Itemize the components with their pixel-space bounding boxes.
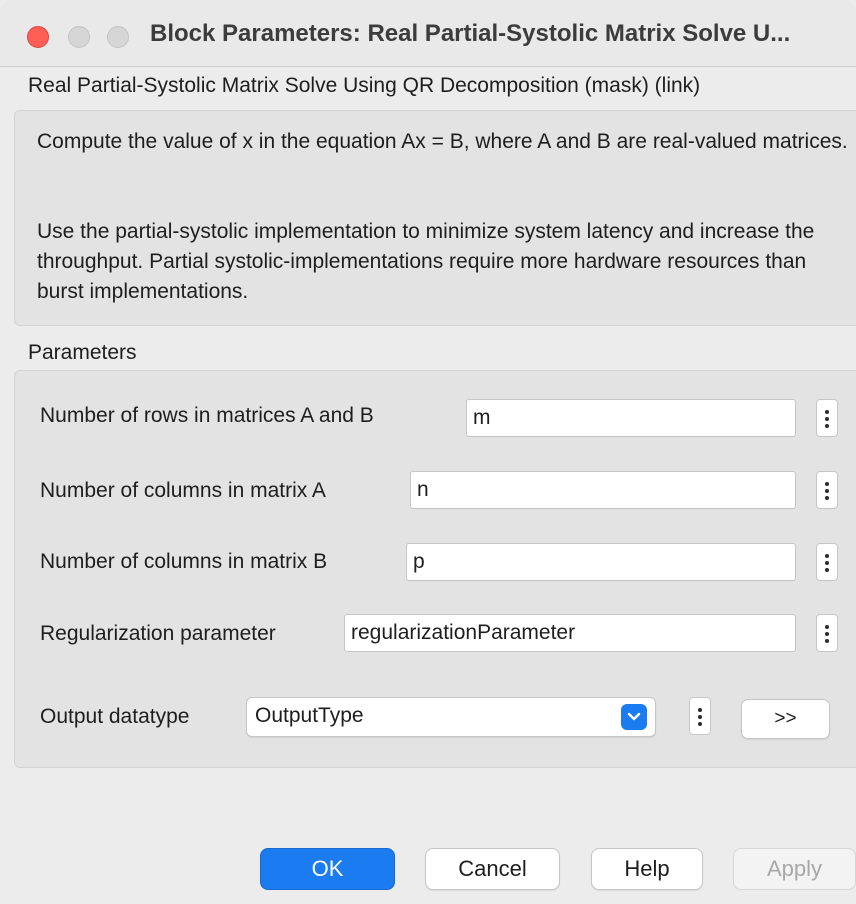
rows-options-icon[interactable] — [816, 399, 838, 437]
close-window-button[interactable] — [27, 26, 49, 48]
help-button[interactable]: Help — [591, 848, 703, 890]
ok-button[interactable]: OK — [260, 848, 395, 890]
cancel-button[interactable]: Cancel — [425, 848, 560, 890]
output-datatype-options-icon[interactable] — [689, 697, 711, 735]
chevron-down-icon[interactable] — [621, 704, 647, 730]
cols-b-label: Number of columns in matrix B — [40, 550, 328, 573]
block-parameters-dialog: Block Parameters: Real Partial-Systolic … — [0, 0, 856, 904]
description-text: Compute the value of x in the equation A… — [37, 130, 848, 153]
window-title: Block Parameters: Real Partial-Systolic … — [150, 20, 791, 47]
parameters-section-label: Parameters — [28, 341, 137, 364]
description-text: Use the partial-systolic implementation … — [37, 220, 815, 303]
output-datatype-value: OutputType — [255, 704, 364, 727]
cols-a-options-icon[interactable] — [816, 471, 838, 509]
rows-label: Number of rows in matrices A and B — [40, 404, 374, 427]
apply-button[interactable]: Apply — [733, 848, 856, 890]
regularization-options-icon[interactable] — [816, 614, 838, 652]
regularization-label: Regularization parameter — [40, 622, 276, 645]
zoom-window-button[interactable] — [107, 26, 129, 48]
output-datatype-select[interactable]: OutputType — [246, 697, 656, 737]
description-panel: Compute the value of x in the equation A… — [14, 110, 856, 326]
cols-b-options-icon[interactable] — [816, 543, 838, 581]
data-type-assistant-button[interactable]: >> — [741, 699, 830, 739]
regularization-field[interactable] — [344, 614, 796, 652]
minimize-window-button[interactable] — [68, 26, 90, 48]
cols-a-label: Number of columns in matrix A — [40, 479, 326, 502]
rows-field[interactable] — [466, 399, 796, 437]
title-bar[interactable]: Block Parameters: Real Partial-Systolic … — [0, 0, 856, 67]
cols-a-field[interactable] — [410, 471, 796, 509]
cols-b-field[interactable] — [406, 543, 796, 581]
output-datatype-label: Output datatype — [40, 705, 190, 728]
block-name: Real Partial-Systolic Matrix Solve Using… — [28, 74, 701, 97]
